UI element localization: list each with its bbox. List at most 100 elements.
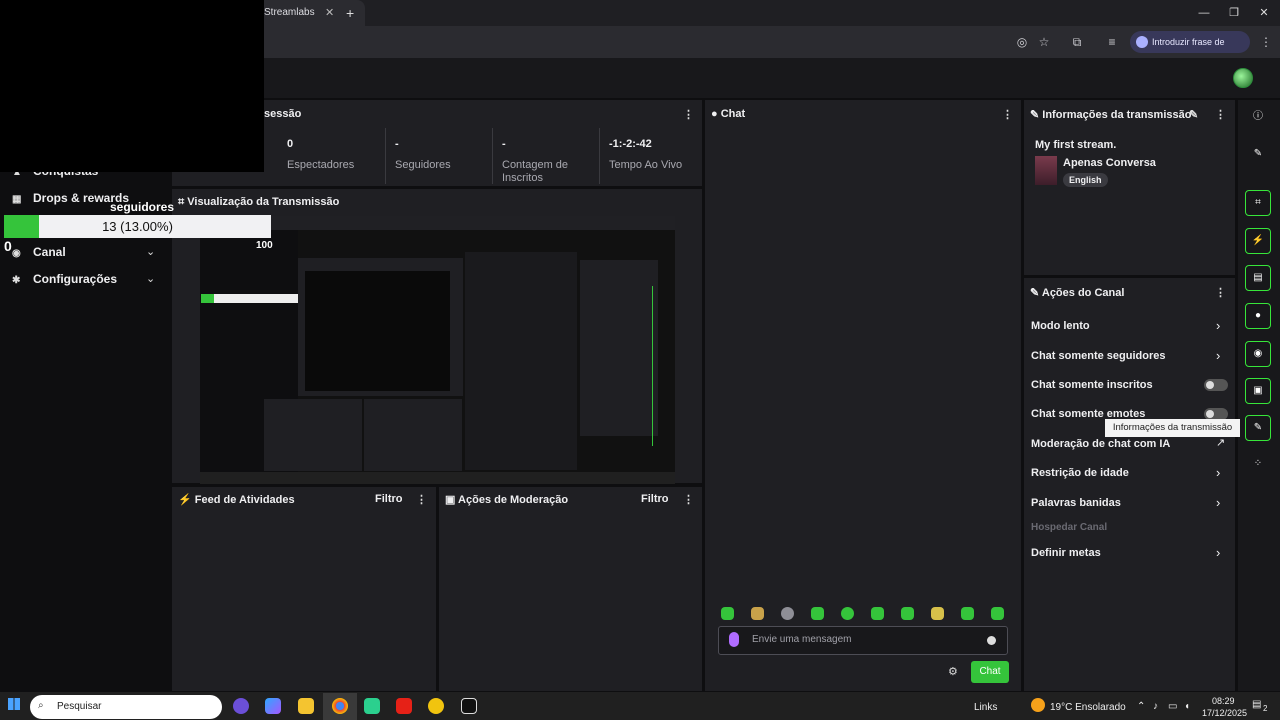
activity-filter-button[interactable]: Filtro	[375, 493, 403, 505]
subs-only-toggle[interactable]	[1204, 379, 1228, 391]
tray-chevron-icon[interactable]: ⌃	[1137, 701, 1145, 712]
users-icon: ◉	[12, 248, 21, 259]
sidebar-item-configuracoes[interactable]: ✱ Configurações	[12, 272, 117, 286]
action-ai-moderation[interactable]: Moderação de chat com IA	[1031, 438, 1170, 450]
notification-icon[interactable]: ▤	[1252, 699, 1261, 710]
sidebar: ▲Conquistas ▦Drops & rewards ◉Canal ⌄ ✱C…	[0, 98, 172, 692]
tab-close-icon[interactable]: ✕	[325, 0, 339, 26]
moderation-filter-button[interactable]: Filtro	[641, 493, 669, 505]
new-tab-button[interactable]: +	[346, 0, 354, 26]
edit-icon[interactable]: ✎	[1189, 108, 1198, 121]
info-icon[interactable]: ⓘ	[1245, 105, 1271, 131]
close-window-button[interactable]: ✕	[1248, 0, 1280, 26]
chat-settings-icon[interactable]: ⚙	[948, 665, 958, 678]
chevron-right-icon[interactable]: ›	[1216, 318, 1220, 333]
action-set-goals[interactable]: Definir metas	[1031, 547, 1101, 559]
more-icon[interactable]: ⋮	[1215, 108, 1226, 121]
copilot-icon[interactable]	[233, 698, 249, 714]
moderation-panel	[439, 487, 702, 691]
notification-count: 2	[1263, 704, 1268, 713]
focus-icon[interactable]: ⌗	[1245, 190, 1271, 216]
more-icon[interactable]: ⋮	[416, 493, 427, 506]
stream-title: My first stream.	[1035, 139, 1117, 151]
chevron-right-icon[interactable]: ›	[1216, 545, 1220, 560]
action-banned-words[interactable]: Palavras banidas	[1031, 497, 1121, 509]
volume-icon[interactable]: ◖	[1184, 701, 1190, 712]
microphone-icon[interactable]: ♪	[1153, 701, 1158, 712]
pencil-icon[interactable]: ✎	[1245, 142, 1271, 168]
shield-icon[interactable]: ▣	[1245, 378, 1271, 404]
chat-bubble-icon[interactable]: ●	[1245, 303, 1271, 329]
clock-time[interactable]: 08:29	[1212, 696, 1235, 706]
action-followers-only[interactable]: Chat somente seguidores	[1031, 350, 1165, 362]
app-icon[interactable]	[428, 698, 444, 714]
weather-icon	[1031, 698, 1045, 712]
teams-icon[interactable]	[265, 698, 281, 714]
apps-icon[interactable]: ⁘	[1245, 452, 1271, 478]
more-menu-icon[interactable]: ⋮	[1255, 31, 1277, 53]
minimize-button[interactable]: —	[1188, 0, 1220, 26]
extensions-icon[interactable]: ⧉	[1066, 31, 1088, 53]
emoji-icon[interactable]	[987, 636, 996, 645]
weather-text[interactable]: 19°C Ensolarado	[1050, 702, 1126, 713]
stream-info-panel	[1024, 100, 1235, 275]
document-icon[interactable]: ▤	[1245, 265, 1271, 291]
stat-viewers-label: Espectadores	[287, 159, 355, 171]
folder-icon[interactable]	[298, 698, 314, 714]
moderation-title: ▣ Ações de Moderação	[445, 494, 569, 506]
start-icon[interactable]	[8, 698, 20, 710]
star-icon[interactable]: ☆	[1033, 31, 1055, 53]
stream-preview[interactable]	[200, 216, 675, 484]
eye-off-icon[interactable]: ◎	[1011, 31, 1033, 53]
avatar[interactable]	[1233, 68, 1253, 88]
sidebar-item-canal[interactable]: ◉ Canal	[12, 245, 66, 259]
action-age-restriction[interactable]: Restrição de idade	[1031, 467, 1129, 479]
chrome-icon[interactable]	[332, 698, 348, 714]
chevron-right-icon[interactable]: ›	[1216, 495, 1220, 510]
emote-icon[interactable]	[751, 607, 764, 620]
progress-text: 13 (13.00%)	[102, 219, 173, 234]
preview-rail	[652, 286, 662, 446]
broadcast-icon[interactable]: ◉	[1245, 341, 1271, 367]
chevron-right-icon[interactable]: ›	[1216, 465, 1220, 480]
passkey-button[interactable]: Introduzir frase de acesso	[1130, 31, 1250, 69]
emote-icon[interactable]	[871, 607, 884, 620]
emote-icon[interactable]	[811, 607, 824, 620]
emote-icon[interactable]	[931, 607, 944, 620]
action-slow-mode[interactable]: Modo lento	[1031, 320, 1090, 332]
network-icon[interactable]: ▭	[1168, 701, 1177, 712]
restore-button[interactable]: ❐	[1218, 0, 1250, 26]
chevron-down-icon[interactable]: ⌄	[146, 245, 155, 258]
youtube-icon[interactable]	[396, 698, 412, 714]
activity-feed-panel	[172, 487, 436, 691]
streamlabs-icon[interactable]	[364, 698, 380, 714]
activity-feed-title: ⚡ Feed de Atividades	[178, 494, 295, 506]
more-icon[interactable]: ⋮	[1215, 286, 1226, 299]
external-link-icon[interactable]: ↗	[1216, 436, 1225, 449]
emote-icon[interactable]	[901, 607, 914, 620]
expand-icon: ⌗	[178, 196, 188, 208]
emote-icon[interactable]	[841, 607, 854, 620]
more-icon[interactable]: ⋮	[683, 493, 694, 506]
stream-category: Apenas Conversa	[1063, 157, 1156, 169]
emote-icon[interactable]	[781, 607, 794, 620]
emote-icon[interactable]	[991, 607, 1004, 620]
emote-icon[interactable]	[961, 607, 974, 620]
chat-send-button[interactable]: Chat	[971, 661, 1009, 683]
more-icon[interactable]: ⋮	[1002, 108, 1013, 121]
divider	[385, 128, 386, 184]
microphone-icon[interactable]	[729, 632, 739, 647]
more-icon[interactable]: ⋮	[683, 108, 694, 121]
chat-panel	[705, 100, 1021, 691]
media-icon[interactable]: ≡	[1101, 31, 1123, 53]
clock-date[interactable]: 17/12/2025	[1202, 708, 1247, 718]
emote-icon[interactable]	[721, 607, 734, 620]
action-host-channel: Hospedar Canal	[1031, 522, 1108, 533]
chevron-down-icon[interactable]: ⌄	[146, 272, 155, 285]
chevron-right-icon[interactable]: ›	[1216, 348, 1220, 363]
wrench-icon[interactable]: ✎	[1245, 415, 1271, 441]
action-subs-only[interactable]: Chat somente inscritos	[1031, 379, 1153, 391]
bolt-icon[interactable]: ⚡	[1245, 228, 1271, 254]
app-icon[interactable]	[461, 698, 477, 714]
links-toolbar[interactable]: Links	[974, 702, 997, 713]
